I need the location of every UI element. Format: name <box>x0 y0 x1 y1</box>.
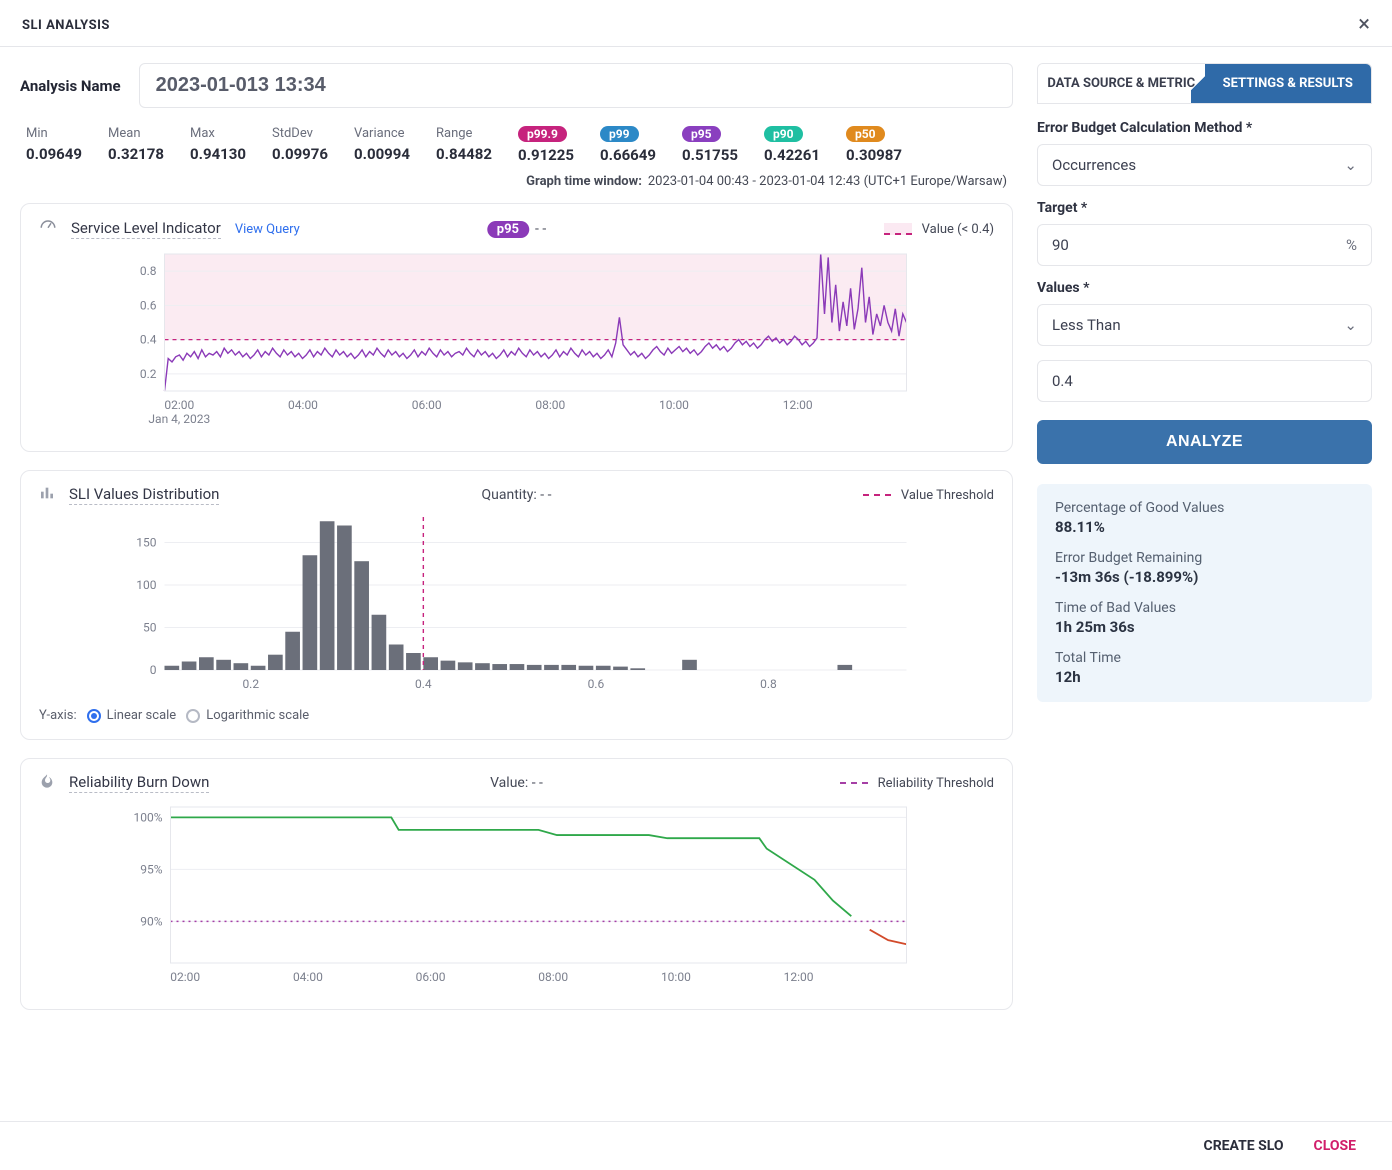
sli-chart-title: Service Level Indicator <box>71 219 221 239</box>
gauge-icon <box>39 218 57 240</box>
values-label: Values <box>1037 280 1372 296</box>
svg-text:12:00: 12:00 <box>783 398 813 412</box>
percentile-pill: p95 <box>682 126 721 142</box>
svg-text:100%: 100% <box>133 810 162 824</box>
close-icon[interactable]: × <box>1358 14 1370 36</box>
stat-item: p990.66649 <box>600 126 660 164</box>
sli-chart-card: Service Level Indicator View Query p95 -… <box>20 203 1013 452</box>
svg-text:0.2: 0.2 <box>140 367 157 381</box>
svg-text:02:00: 02:00 <box>164 398 194 412</box>
sli-analysis-modal: SLI ANALYSIS × Analysis Name Min0.09649M… <box>0 0 1392 1170</box>
tab-data-source[interactable]: DATA SOURCE & METRIC <box>1038 64 1205 103</box>
svg-text:02:00: 02:00 <box>170 970 200 984</box>
graph-time-window: Graph time window: 2023-01-04 00:43 - 20… <box>20 174 1007 189</box>
left-panel: Analysis Name Min0.09649 Mean0.32178 Max0.… <box>20 63 1013 1028</box>
analyze-button[interactable]: ANALYZE <box>1037 420 1372 464</box>
svg-text:0.6: 0.6 <box>588 677 605 691</box>
svg-text:08:00: 08:00 <box>538 970 568 984</box>
threshold-swatch-icon <box>884 223 912 235</box>
stat-item: Range0.84482 <box>436 126 496 164</box>
svg-text:0.4: 0.4 <box>140 333 157 347</box>
svg-text:0.6: 0.6 <box>140 298 157 312</box>
dist-legend: Value Threshold <box>901 488 994 503</box>
stat-item: p99.90.91225 <box>518 126 578 164</box>
distribution-chart: 0 50 100 150 0.2 0.4 0.6 0.8 <box>39 511 994 696</box>
svg-text:0.8: 0.8 <box>140 264 157 278</box>
modal-title: SLI ANALYSIS <box>22 18 110 33</box>
svg-text:10:00: 10:00 <box>659 398 689 412</box>
burndown-chart: 90% 95% 100% 02:00 04:00 06:00 08:00 10:00 12:00 <box>39 799 994 989</box>
threshold-line-icon <box>863 494 891 496</box>
modal-footer: CREATE SLO CLOSE <box>0 1121 1392 1170</box>
burndown-chart-card: Reliability Burn Down Value: - - Reliabi… <box>20 758 1013 1010</box>
dist-chart-title: SLI Values Distribution <box>69 485 219 505</box>
linear-scale-radio[interactable]: Linear scale <box>87 708 177 723</box>
analysis-name-label: Analysis Name <box>20 77 121 95</box>
view-query-link[interactable]: View Query <box>235 222 300 237</box>
target-label: Target <box>1037 200 1372 216</box>
yaxis-scale-controls: Y-axis: Linear scale Logarithmic scale <box>39 708 994 723</box>
svg-text:Jan 4, 2023: Jan 4, 2023 <box>148 412 210 426</box>
right-panel: DATA SOURCE & METRIC SETTINGS & RESULTS … <box>1037 63 1372 1028</box>
svg-text:0: 0 <box>150 663 157 677</box>
stat-item: Mean0.32178 <box>108 126 168 164</box>
stats-row: Min0.09649 Mean0.32178 Max0.94130 StdDev0.0… <box>20 122 1013 166</box>
chevron-down-icon: ⌄ <box>1344 316 1357 334</box>
percentile-pill: p90 <box>764 126 803 142</box>
sli-chart: 0.2 0.4 0.6 0.8 02:00 04:00 06:00 08:00 10:00 12:… <box>39 246 994 431</box>
stat-item: Variance0.00994 <box>354 126 414 164</box>
results-box: Percentage of Good Values88.11% Error Bu… <box>1037 484 1372 702</box>
percentile-pill: p99 <box>600 126 639 142</box>
svg-text:150: 150 <box>136 536 156 550</box>
stat-item: p500.30987 <box>846 126 906 164</box>
values-num-input[interactable]: 0.4 <box>1037 360 1372 402</box>
burn-legend: Reliability Threshold <box>878 776 994 791</box>
svg-text:06:00: 06:00 <box>412 398 442 412</box>
stat-item: Min0.09649 <box>26 126 86 164</box>
burn-center-label: Value: - - <box>490 775 543 791</box>
distribution-chart-card: SLI Values Distribution Quantity: - - Va… <box>20 470 1013 740</box>
values-op-select[interactable]: Less Than ⌄ <box>1037 304 1372 346</box>
p95-badge-value: - - <box>535 221 546 237</box>
svg-text:0.8: 0.8 <box>760 677 777 691</box>
yaxis-label: Y-axis: <box>39 708 77 723</box>
percentile-pill: p50 <box>846 126 885 142</box>
stat-item: Max0.94130 <box>190 126 250 164</box>
create-slo-button[interactable]: CREATE SLO <box>1204 1138 1284 1154</box>
dist-center-label: Quantity: - - <box>482 487 552 503</box>
svg-text:95%: 95% <box>140 862 162 876</box>
p95-badge: p95 <box>487 221 529 238</box>
settings-tabs: DATA SOURCE & METRIC SETTINGS & RESULTS <box>1037 63 1372 104</box>
budget-method-select[interactable]: Occurrences ⌄ <box>1037 144 1372 186</box>
svg-text:50: 50 <box>143 621 157 635</box>
stat-item: StdDev0.09976 <box>272 126 332 164</box>
burn-chart-title: Reliability Burn Down <box>69 773 209 793</box>
flame-icon <box>39 773 55 793</box>
chevron-down-icon: ⌄ <box>1344 156 1357 174</box>
svg-text:0.2: 0.2 <box>242 677 259 691</box>
svg-text:06:00: 06:00 <box>416 970 446 984</box>
svg-text:04:00: 04:00 <box>288 398 318 412</box>
svg-text:10:00: 10:00 <box>661 970 691 984</box>
svg-text:100: 100 <box>136 578 156 592</box>
svg-text:0.4: 0.4 <box>415 677 432 691</box>
stat-item: p950.51755 <box>682 126 742 164</box>
svg-text:04:00: 04:00 <box>293 970 323 984</box>
modal-header: SLI ANALYSIS × <box>0 0 1392 47</box>
close-button[interactable]: CLOSE <box>1314 1138 1356 1154</box>
svg-text:08:00: 08:00 <box>535 398 565 412</box>
stat-item: p900.42261 <box>764 126 824 164</box>
svg-text:90%: 90% <box>140 914 162 928</box>
tab-settings-results[interactable]: SETTINGS & RESULTS <box>1205 64 1372 103</box>
reliability-threshold-icon <box>840 782 868 784</box>
sli-legend-value: Value (< 0.4) <box>922 222 994 237</box>
bars-icon <box>39 485 55 505</box>
analysis-name-input[interactable] <box>139 63 1013 108</box>
budget-method-label: Error Budget Calculation Method <box>1037 120 1372 136</box>
log-scale-radio[interactable]: Logarithmic scale <box>186 708 309 723</box>
target-input[interactable]: 90 % <box>1037 224 1372 266</box>
svg-text:12:00: 12:00 <box>784 970 814 984</box>
percentile-pill: p99.9 <box>518 126 567 142</box>
